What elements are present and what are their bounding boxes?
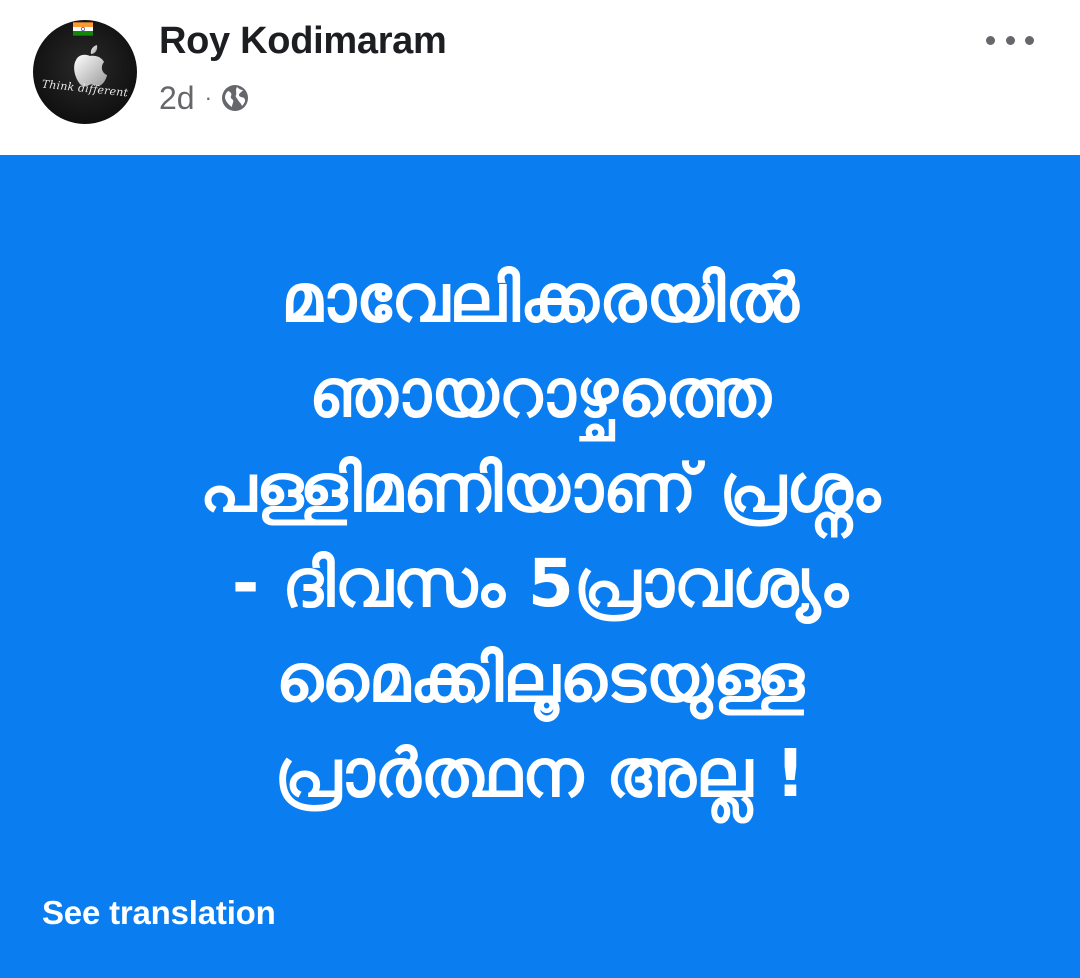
post-time[interactable]: 2d	[159, 80, 195, 117]
globe-icon[interactable]	[220, 83, 250, 113]
post-text-line: മാവേലിക്കരയിൽ	[281, 260, 799, 337]
post-header: Think different Roy Kodimaram 2d ·	[0, 0, 1080, 155]
post-background: മാവേലിക്കരയിൽ ഞായറാഴ്ചത്തെ പള്ളിമണിയാണ് …	[0, 155, 1080, 978]
india-flag-icon	[73, 22, 93, 36]
post-text-line: - ദിവസം 5പ്രാവശ്യം	[231, 545, 849, 622]
post-meta: 2d ·	[159, 80, 250, 116]
post-text-line: പ്രാർത്ഥന അല്ല !	[274, 735, 806, 812]
more-dot	[986, 35, 995, 45]
meta-separator: ·	[204, 85, 212, 110]
post-text-line: പള്ളിമണിയാണ് പ്രശ്നം	[199, 450, 881, 527]
more-dot	[1005, 35, 1015, 45]
more-options-icon[interactable]	[986, 28, 1034, 52]
avatar[interactable]: Think different	[33, 20, 137, 124]
author-name[interactable]: Roy Kodimaram	[159, 20, 447, 63]
post-text-line: ഞായറാഴ്ചത്തെ	[309, 355, 771, 432]
more-dot	[1025, 35, 1034, 45]
post-text-line: മൈക്കിലൂടെയുള്ള	[275, 640, 805, 717]
post-text: മാവേലിക്കരയിൽ ഞായറാഴ്ചത്തെ പള്ളിമണിയാണ് …	[40, 251, 1040, 821]
see-translation-link[interactable]: See translation	[42, 894, 276, 932]
